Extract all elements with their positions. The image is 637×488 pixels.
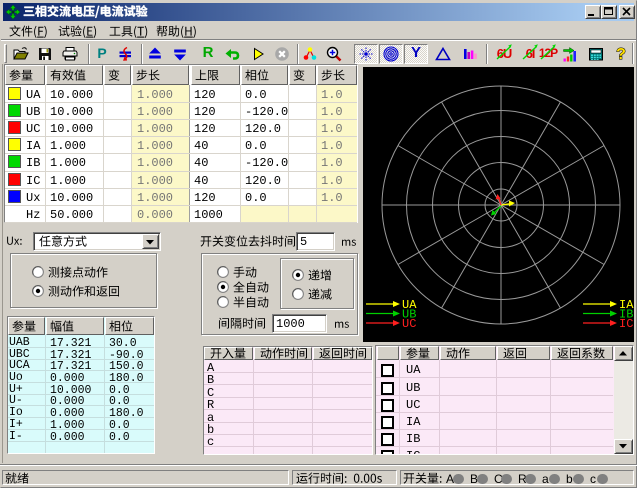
svg-text:IC: IC (619, 317, 633, 331)
svg-text:UC: UC (402, 317, 416, 331)
svg-text:?: ? (616, 46, 626, 63)
